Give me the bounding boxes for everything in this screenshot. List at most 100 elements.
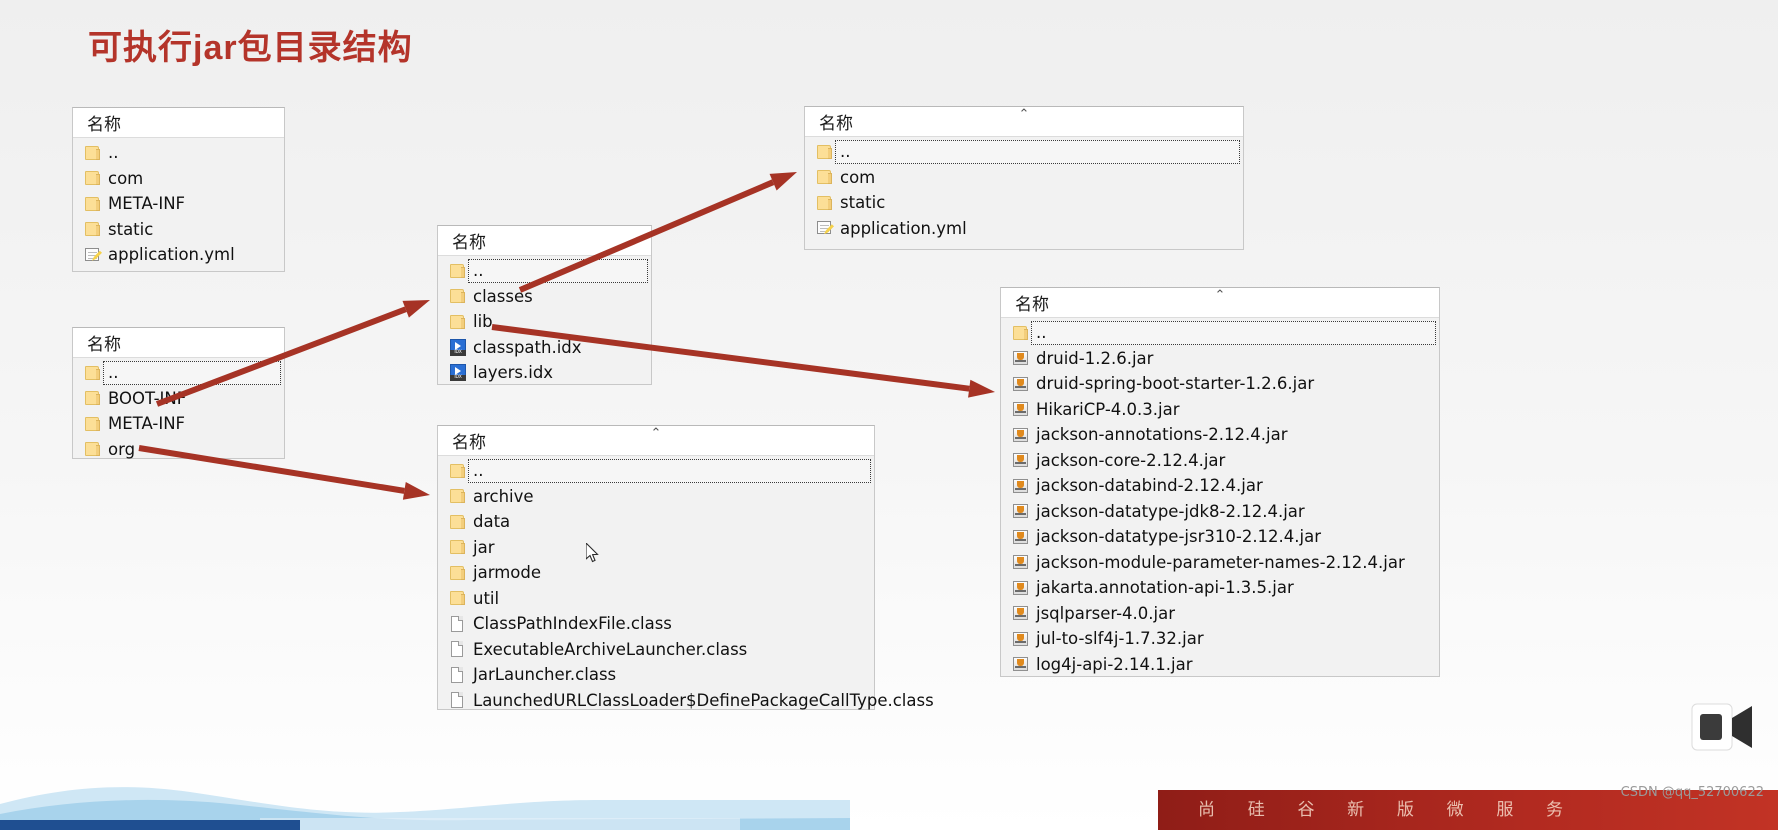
list-item[interactable]: ExecutableArchiveLauncher.class xyxy=(438,637,874,663)
list-item[interactable]: META-INF xyxy=(73,191,284,217)
idx-badge: IDX xyxy=(450,375,466,382)
list-item[interactable]: .. xyxy=(1001,320,1439,346)
list-item[interactable]: druid-spring-boot-starter-1.2.6.jar xyxy=(1001,371,1439,397)
list-item[interactable]: jarmode xyxy=(438,560,874,586)
list-item-label: layers.idx xyxy=(473,363,554,383)
java-cup-glyph xyxy=(1017,582,1024,590)
list-item-label: jackson-datatype-jsr310-2.12.4.jar xyxy=(1036,527,1322,547)
folder-icon xyxy=(450,314,467,330)
list-item[interactable]: IDX classpath.idx xyxy=(438,335,651,361)
column-header-row[interactable]: 名称 xyxy=(73,108,284,138)
yml-file-icon xyxy=(817,220,834,236)
list-item[interactable]: META-INF xyxy=(73,411,284,437)
list-item[interactable]: archive xyxy=(438,484,874,510)
column-header-row[interactable]: 名称 ⌃ xyxy=(1001,288,1439,318)
folder-icon xyxy=(450,263,467,279)
list-item-label: classes xyxy=(473,286,533,306)
column-header-name[interactable]: 名称 xyxy=(452,428,486,453)
list-item-label: jarmode xyxy=(473,563,541,583)
java-cup-glyph xyxy=(1017,659,1024,667)
list-item[interactable]: BOOT-INF xyxy=(73,386,284,412)
list-item[interactable]: jackson-databind-2.12.4.jar xyxy=(1001,473,1439,499)
list-item[interactable]: druid-1.2.6.jar xyxy=(1001,346,1439,372)
column-header-row[interactable]: 名称 ⌃ xyxy=(805,107,1243,137)
folder-icon xyxy=(450,565,467,581)
list-item[interactable]: jul-to-slf4j-1.7.32.jar xyxy=(1001,626,1439,652)
file-list-panel-boot-inf-listing[interactable]: 名称.. classes lib IDX classpath.idx IDX layers.… xyxy=(437,225,652,385)
list-item-label: .. xyxy=(473,461,484,481)
jar-file-icon xyxy=(1013,427,1030,443)
list-item[interactable]: jackson-datatype-jsr310-2.12.4.jar xyxy=(1001,524,1439,550)
java-cup-glyph xyxy=(1017,378,1024,386)
list-item-label: application.yml xyxy=(108,245,235,265)
list-item[interactable]: org xyxy=(73,437,284,463)
list-item[interactable]: util xyxy=(438,586,874,612)
folder-icon xyxy=(817,195,834,211)
column-header-name[interactable]: 名称 xyxy=(819,109,853,134)
selection-focus-box xyxy=(835,140,1240,164)
list-item-label: static xyxy=(108,219,154,239)
list-item[interactable]: jakarta.annotation-api-1.3.5.jar xyxy=(1001,575,1439,601)
idx-file-icon: IDX xyxy=(450,338,467,356)
list-item[interactable]: static xyxy=(73,217,284,243)
list-item[interactable]: .. xyxy=(438,458,874,484)
column-header-row[interactable]: 名称 ⌃ xyxy=(438,426,874,456)
list-item[interactable]: .. xyxy=(438,258,651,284)
chevron-up-icon: ⌃ xyxy=(1018,106,1030,121)
file-list-panel-jar-top-level-listing[interactable]: 名称.. BOOT-INF META-INF org xyxy=(72,327,285,459)
list-item[interactable]: .. xyxy=(73,140,284,166)
folder-icon xyxy=(85,441,102,457)
list-item[interactable]: lib xyxy=(438,309,651,335)
file-list-panel-classes-listing[interactable]: 名称 ⌃.. com static application.yml xyxy=(804,106,1244,250)
column-header-name[interactable]: 名称 xyxy=(452,228,486,253)
file-list-panel-jar-root-listing[interactable]: 名称.. com META-INF static application.yml xyxy=(72,107,285,272)
list-item[interactable]: com xyxy=(805,165,1243,191)
list-item[interactable]: ClassPathIndexFile.class xyxy=(438,611,874,637)
list-item[interactable]: jackson-core-2.12.4.jar xyxy=(1001,448,1439,474)
column-header-name[interactable]: 名称 xyxy=(1015,290,1049,315)
list-item[interactable]: application.yml xyxy=(805,216,1243,242)
list-item-label: .. xyxy=(840,142,851,162)
folder-icon xyxy=(85,170,102,186)
java-cup-glyph xyxy=(1017,429,1024,437)
column-header-name[interactable]: 名称 xyxy=(87,110,121,135)
column-header-row[interactable]: 名称 xyxy=(73,328,284,358)
file-list-panel-lib-jars-listing[interactable]: 名称 ⌃.. druid-1.2.6.jar druid-spring-boot-st… xyxy=(1000,287,1440,677)
mouse-pointer-icon xyxy=(586,543,599,563)
list-item[interactable]: .. xyxy=(73,360,284,386)
column-header-row[interactable]: 名称 xyxy=(438,226,651,256)
list-item[interactable]: static xyxy=(805,190,1243,216)
java-cup-glyph xyxy=(1017,531,1024,539)
list-item[interactable]: LaunchedURLClassLoader$DefinePackageCall… xyxy=(438,688,934,714)
jar-file-icon xyxy=(1013,350,1030,366)
folder-icon xyxy=(450,463,467,479)
column-header-name[interactable]: 名称 xyxy=(87,330,121,355)
list-item-label: jackson-annotations-2.12.4.jar xyxy=(1036,425,1288,445)
list-item-label: JarLauncher.class xyxy=(473,665,617,685)
list-item-label: classpath.idx xyxy=(473,337,582,357)
java-saucer-glyph xyxy=(1015,487,1026,490)
list-item[interactable]: IDX layers.idx xyxy=(438,360,651,386)
brand-logo-icon xyxy=(1691,703,1752,751)
list-item[interactable]: data xyxy=(438,509,874,535)
java-cup-glyph xyxy=(1017,455,1024,463)
list-item-label: org xyxy=(108,439,136,459)
list-item-label: META-INF xyxy=(108,414,186,434)
java-saucer-glyph xyxy=(1015,538,1026,541)
list-item[interactable]: JarLauncher.class xyxy=(438,662,874,688)
file-list-panel-loader-listing[interactable]: 名称 ⌃.. archive data jar jarmode util ClassPathI… xyxy=(437,425,934,710)
list-item[interactable]: jackson-annotations-2.12.4.jar xyxy=(1001,422,1439,448)
list-item[interactable]: HikariCP-4.0.3.jar xyxy=(1001,397,1439,423)
folder-icon xyxy=(85,390,102,406)
list-item[interactable]: jar xyxy=(438,535,874,561)
list-item[interactable]: application.yml xyxy=(73,242,284,268)
list-item[interactable]: com xyxy=(73,166,284,192)
list-item[interactable]: jackson-datatype-jdk8-2.12.4.jar xyxy=(1001,499,1439,525)
folder-icon xyxy=(1013,325,1030,341)
list-item[interactable]: jackson-module-parameter-names-2.12.4.ja… xyxy=(1001,550,1439,576)
list-item[interactable]: .. xyxy=(805,139,1243,165)
list-item-label: BOOT-INF xyxy=(108,388,187,408)
list-item[interactable]: classes xyxy=(438,284,651,310)
list-item[interactable]: jsqlparser-4.0.jar xyxy=(1001,601,1439,627)
list-item[interactable]: log4j-api-2.14.1.jar xyxy=(1001,652,1439,678)
